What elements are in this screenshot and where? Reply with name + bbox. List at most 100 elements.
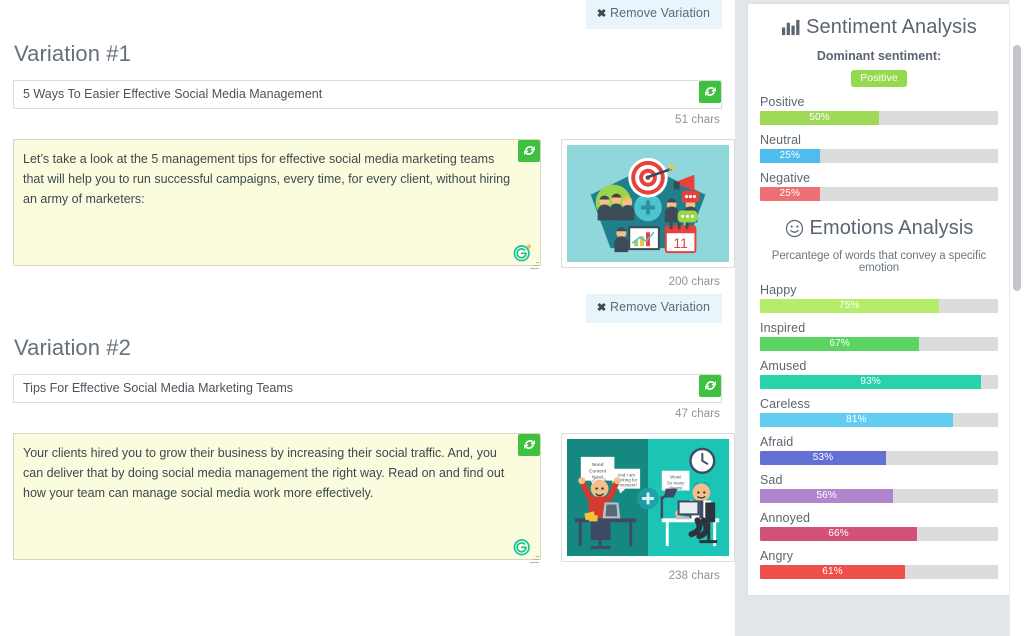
analysis-sidebar: Sentiment Analysis Dominant sentiment: P… [735, 0, 1024, 636]
emotions-analysis-title-row: Emotions Analysis [760, 217, 998, 240]
remove-variation-row-1: ✖ Remove Variation [0, 0, 735, 29]
variation-image-card-1[interactable]: 11 [561, 138, 735, 268]
bar-fill: 61% [760, 565, 906, 579]
stressed-vs-relaxed-worker-illustration: Need Content Now! And I am working for a… [567, 438, 729, 556]
refresh-icon [704, 87, 716, 97]
variation-heading-2: Variation #2 [14, 334, 131, 360]
body-char-count-2: 238 chars [668, 569, 720, 582]
variation-title-input-1[interactable] [13, 79, 722, 109]
body-textarea-wrap-2: Your clients hired you to grow their bus… [13, 432, 541, 565]
bar-value-label: 25% [779, 188, 801, 199]
bar-value-label: 93% [860, 376, 881, 387]
emotion-bar-afraid: Afraid 53% [760, 435, 998, 465]
dominant-sentiment-label: Dominant sentiment: [816, 49, 942, 63]
refresh-title-button-1[interactable] [699, 80, 721, 103]
emotion-bar-careless: Careless 81% [760, 397, 998, 427]
bar-fill: 67% [760, 337, 920, 351]
bar-value-label: 53% [812, 452, 834, 463]
variation-image-card-2[interactable]: Need Content Now! And I am working for a… [561, 432, 735, 562]
title-char-count-2: 47 chars [675, 407, 720, 420]
page-scrollbar-thumb[interactable] [1013, 45, 1021, 291]
bar-label: Careless [760, 397, 811, 411]
bar-value-label: 56% [816, 490, 837, 501]
bar-track: 25% [760, 187, 998, 201]
bar-label: Happy [760, 283, 797, 297]
bar-track: 25% [760, 149, 998, 163]
sentiment-bars: Positive 50% Neutral 25% Negative 25% [760, 95, 998, 201]
variation-body-row-2: Your clients hired you to grow their bus… [13, 432, 735, 565]
variation-body-textarea-2[interactable]: Your clients hired you to grow their bus… [13, 432, 541, 560]
emotion-bar-annoyed: Annoyed 66% [760, 511, 998, 541]
bar-fill: 50% [760, 111, 879, 125]
close-x-icon: ✖ [596, 8, 607, 20]
bar-fill: 75% [760, 299, 939, 313]
sentiment-bar-neutral: Neutral 25% [760, 133, 998, 163]
bar-value-label: 67% [829, 338, 851, 349]
bar-track: 56% [760, 489, 998, 503]
bar-track: 50% [760, 111, 998, 125]
refresh-body-button-1[interactable] [518, 139, 540, 162]
bar-label: Annoyed [760, 511, 811, 525]
bar-fill: 53% [760, 451, 887, 465]
bar-fill: 81% [760, 413, 953, 427]
remove-variation-button-2[interactable]: ✖ Remove Variation [585, 293, 722, 323]
bar-fill: 25% [760, 187, 820, 201]
bar-track: 61% [760, 565, 998, 579]
title-field-wrap-2 [13, 373, 722, 403]
bar-fill: 66% [760, 527, 918, 541]
variation-heading-1: Variation #1 [14, 40, 131, 66]
app-root: ✖Remove Variation Variation #1 51 chars … [0, 0, 1024, 636]
textarea-resize-handle-1[interactable] [529, 259, 540, 270]
bar-label: Amused [760, 359, 807, 373]
team-target-illustration: 11 [567, 144, 729, 262]
variations-editor-column: ✖Remove Variation Variation #1 51 chars … [0, 0, 735, 636]
bar-label: Positive [760, 95, 805, 109]
bar-track: 67% [760, 337, 998, 351]
refresh-body-button-2[interactable] [518, 433, 540, 456]
variation-body-textarea-1[interactable]: Let’s take a look at the 5 management ti… [13, 138, 541, 266]
variation-body-row-1: Let’s take a look at the 5 management ti… [13, 138, 735, 271]
emotion-bar-sad: Sad 56% [760, 473, 998, 503]
svg-text:11: 11 [673, 235, 688, 251]
emotions-analysis-note: Percantege of words that convey a specif… [771, 250, 987, 274]
emotions-analysis-title: Emotions Analysis [809, 217, 974, 239]
emotion-bar-happy: Happy 75% [760, 283, 998, 313]
refresh-icon [523, 440, 535, 449]
bar-fill: 25% [760, 149, 820, 163]
variation-title-input-2[interactable] [13, 373, 722, 403]
svg-text:Wow!: Wow! [670, 474, 681, 479]
variation-block-1: ✖Remove Variation Variation #1 51 chars … [0, 0, 735, 288]
bar-value-label: 50% [809, 112, 830, 123]
bar-track: 53% [760, 451, 998, 465]
title-field-wrap-1 [13, 79, 722, 109]
sentiment-analysis-title-row: Sentiment Analysis [760, 16, 998, 39]
bar-label: Negative [760, 171, 811, 185]
sentiment-bar-positive: Positive 50% [760, 95, 998, 125]
remove-variation-row-2: ✖ Remove Variation [0, 293, 735, 323]
bar-label: Inspired [760, 321, 806, 335]
bar-fill: 56% [760, 489, 894, 503]
refresh-icon [704, 381, 716, 390]
textarea-resize-handle-2[interactable] [529, 553, 540, 564]
bar-value-label: 25% [779, 150, 801, 161]
body-textarea-wrap-1: Let’s take a look at the 5 management ti… [13, 138, 541, 271]
smiley-face-icon [785, 219, 804, 238]
bar-label: Sad [760, 473, 783, 487]
bar-label: Afraid [760, 435, 794, 449]
bar-value-label: 61% [822, 566, 843, 577]
bar-value-label: 66% [828, 528, 849, 539]
bar-track: 75% [760, 299, 998, 313]
status-badge: Positive [851, 70, 907, 87]
remove-variation-button-1[interactable]: ✖ Remove Variation [585, 0, 722, 29]
close-x-icon: ✖ [596, 301, 607, 314]
emotion-bar-amused: Amused 93% [760, 359, 998, 389]
bar-chart-icon [781, 18, 800, 37]
refresh-icon [523, 146, 535, 156]
analysis-card: Sentiment Analysis Dominant sentiment: P… [748, 4, 1010, 595]
bar-value-label: 81% [846, 414, 867, 425]
sentiment-analysis-title: Sentiment Analysis [806, 16, 977, 38]
refresh-title-button-2[interactable] [699, 374, 721, 397]
dominant-sentiment-badge-row: Positive [760, 68, 998, 87]
page-scrollbar-track[interactable] [1009, 0, 1024, 636]
title-char-count-1: 51 chars [675, 113, 720, 126]
